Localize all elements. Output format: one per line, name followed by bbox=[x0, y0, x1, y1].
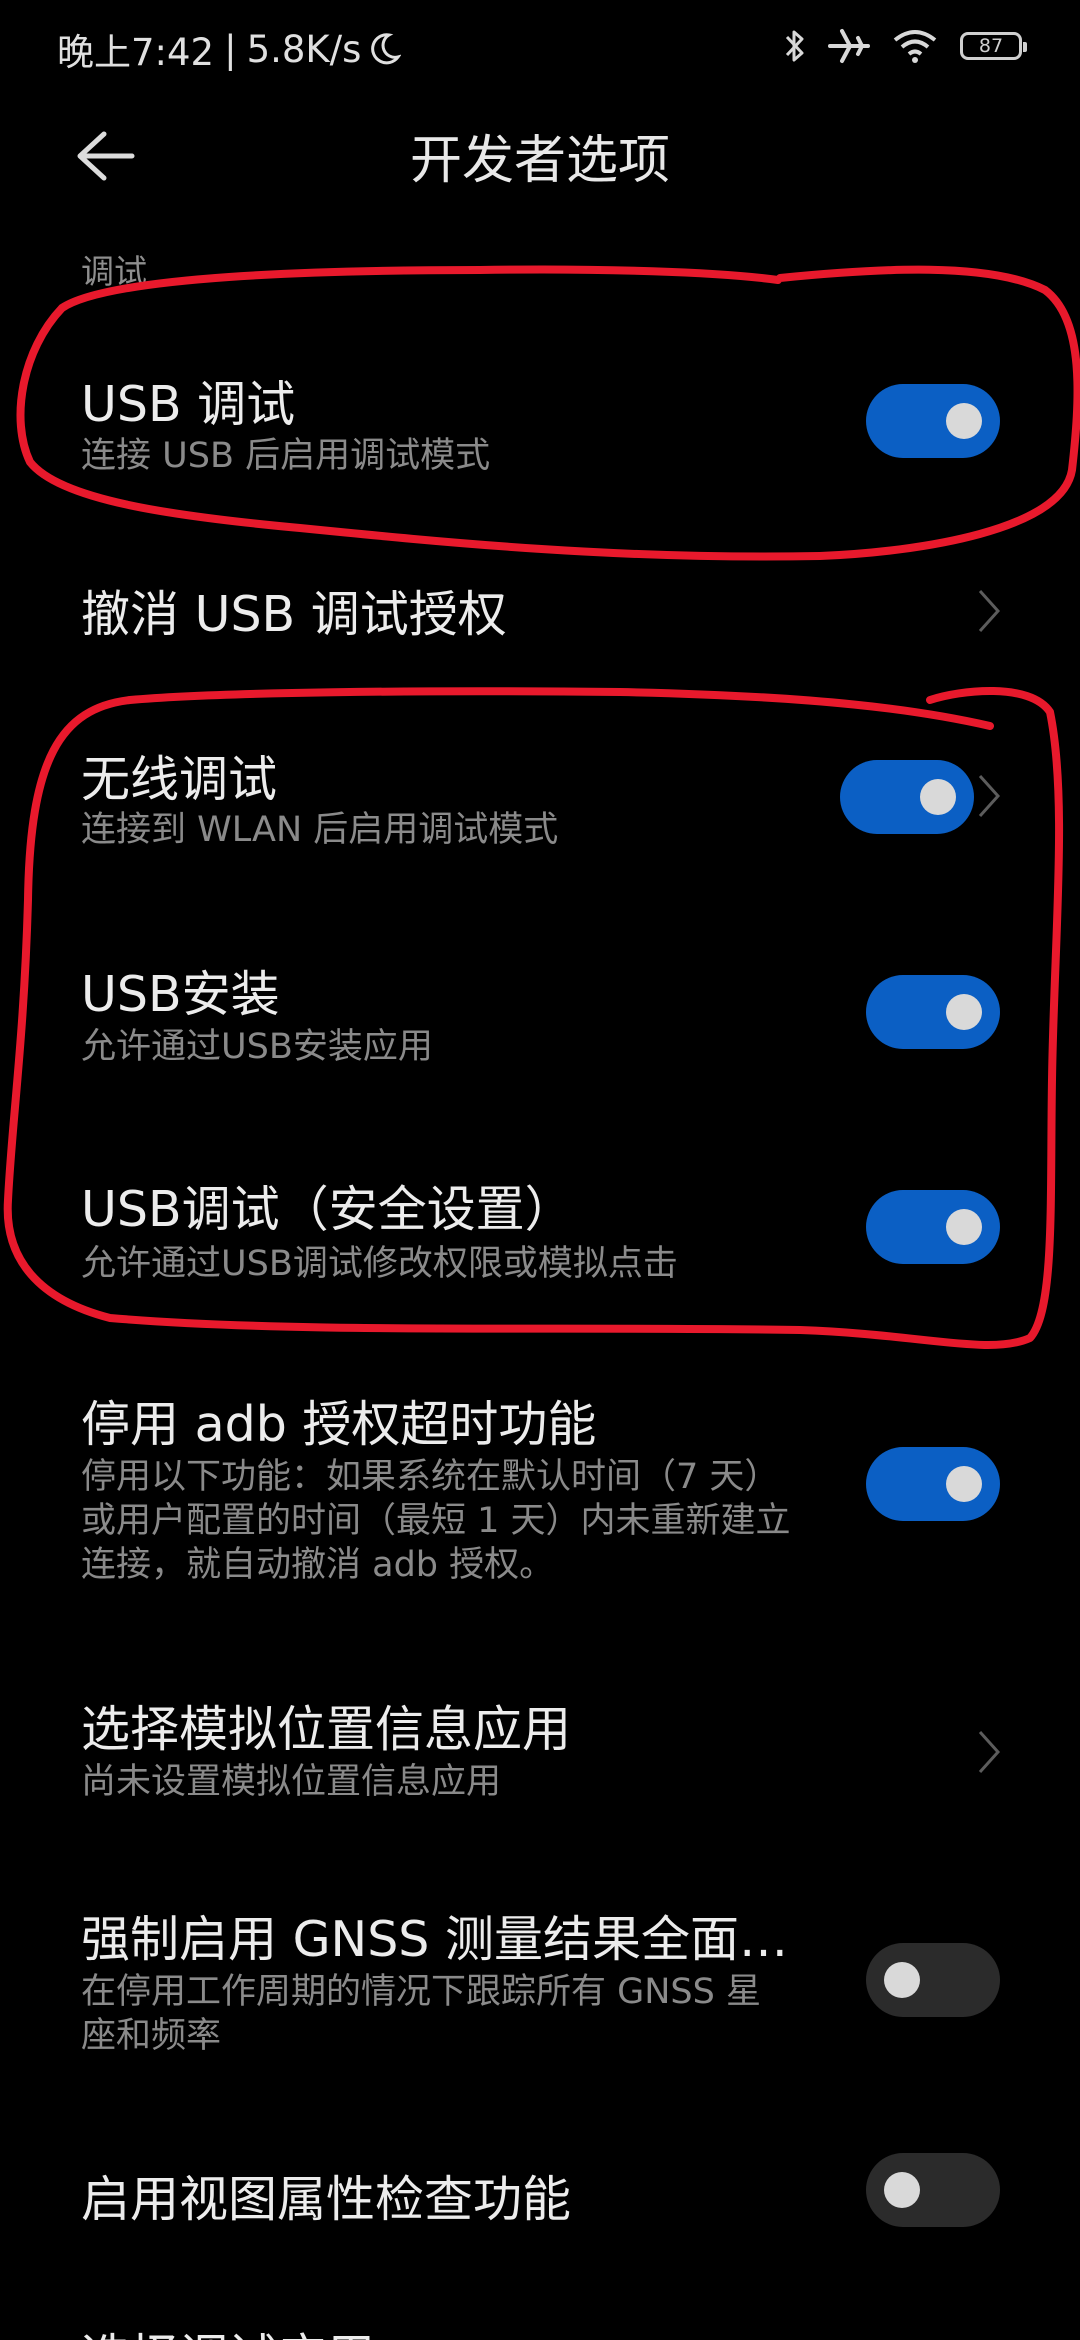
status-separator: | bbox=[224, 27, 237, 71]
app-header: 开发者选项 bbox=[0, 96, 1080, 216]
usb-install-toggle[interactable] bbox=[866, 975, 1000, 1049]
toggle-knob bbox=[920, 779, 956, 815]
setting-revoke-usb-auth[interactable]: 撤消 USB 调试授权 bbox=[0, 575, 1080, 645]
toggle-knob bbox=[946, 1466, 982, 1502]
setting-title: USB 调试 bbox=[81, 376, 296, 433]
status-left: 晚上7:42 | 5.8K/s bbox=[57, 22, 402, 76]
page-title: 开发者选项 bbox=[409, 131, 670, 191]
setting-usb-debugging[interactable]: USB 调试 连接 USB 后启用调试模式 bbox=[0, 360, 1080, 500]
battery-level: 87 bbox=[978, 35, 1004, 57]
usb-debugging-security-toggle[interactable] bbox=[866, 1190, 1000, 1264]
status-time: 晚上7:42 bbox=[57, 31, 215, 74]
wireless-debugging-toggle[interactable] bbox=[840, 760, 974, 834]
setting-usb-debugging-security[interactable]: USB调试（安全设置） 允许通过USB调试修改权限或模拟点击 bbox=[0, 1170, 1080, 1290]
setting-subtitle-line: 停用以下功能：如果系统在默认时间（7 天） bbox=[81, 1457, 780, 1497]
bluetooth-icon bbox=[784, 27, 806, 65]
setting-disable-adb-timeout[interactable]: 停用 adb 授权超时功能 停用以下功能：如果系统在默认时间（7 天） 或用户配… bbox=[0, 1385, 1080, 1585]
setting-subtitle: 允许通过USB安装应用 bbox=[81, 1027, 433, 1067]
toggle-knob bbox=[946, 403, 982, 439]
setting-title: 启用视图属性检查功能 bbox=[81, 2171, 572, 2228]
setting-title: 无线调试 bbox=[81, 751, 278, 808]
setting-view-attribute-inspection[interactable]: 启用视图属性检查功能 bbox=[0, 2153, 1080, 2240]
setting-subtitle-line: 座和频率 bbox=[81, 2016, 222, 2056]
setting-force-gnss-measurements[interactable]: 强制启用 GNSS 测量结果全面… 在停用工作周期的情况下跟踪所有 GNSS 星… bbox=[0, 1900, 1080, 2060]
setting-title: 选择模拟位置信息应用 bbox=[81, 1701, 572, 1758]
status-right: 87 bbox=[784, 22, 1027, 70]
setting-subtitle-line: 在停用工作周期的情况下跟踪所有 GNSS 星 bbox=[81, 1972, 761, 2012]
setting-wireless-debugging[interactable]: 无线调试 连接到 WLAN 后启用调试模式 bbox=[0, 740, 1080, 860]
toggle-knob bbox=[946, 994, 982, 1030]
setting-subtitle: 尚未设置模拟位置信息应用 bbox=[81, 1762, 502, 1802]
setting-subtitle: 连接到 WLAN 后启用调试模式 bbox=[81, 810, 559, 850]
setting-usb-install[interactable]: USB安装 允许通过USB安装应用 bbox=[0, 955, 1080, 1075]
setting-title: 停用 adb 授权超时功能 bbox=[81, 1396, 597, 1453]
disable-adb-timeout-toggle[interactable] bbox=[866, 1447, 1000, 1521]
setting-title: 强制启用 GNSS 测量结果全面… bbox=[81, 1911, 788, 1968]
chevron-right-icon bbox=[978, 774, 1001, 818]
setting-subtitle-line: 或用户配置的时间（最短 1 天）内未重新建立 bbox=[81, 1501, 791, 1541]
status-bar: 晚上7:42 | 5.8K/s 87 bbox=[0, 0, 1080, 96]
setting-title: 选择调试应用 bbox=[81, 2318, 375, 2340]
chevron-right-icon bbox=[978, 1730, 1001, 1774]
setting-select-debug-app[interactable]: 选择调试应用 bbox=[0, 2318, 1080, 2340]
toggle-knob bbox=[884, 1962, 920, 1998]
wifi-icon bbox=[892, 28, 938, 64]
network-speed: 5.8K/s bbox=[246, 27, 362, 71]
setting-title: 撤消 USB 调试授权 bbox=[81, 586, 507, 643]
setting-title: USB安装 bbox=[81, 966, 280, 1023]
setting-mock-location-app[interactable]: 选择模拟位置信息应用 尚未设置模拟位置信息应用 bbox=[0, 1690, 1080, 1810]
force-gnss-toggle[interactable] bbox=[866, 1943, 1000, 2017]
chevron-right-icon bbox=[978, 589, 1001, 633]
moon-icon bbox=[369, 32, 402, 66]
section-label-debug: 调试 bbox=[81, 252, 147, 291]
toggle-knob bbox=[884, 2172, 920, 2208]
toggle-knob bbox=[946, 1209, 982, 1245]
airplane-icon bbox=[828, 27, 870, 65]
setting-subtitle: 连接 USB 后启用调试模式 bbox=[81, 436, 491, 476]
usb-debugging-toggle[interactable] bbox=[866, 384, 1000, 458]
view-attribute-toggle[interactable] bbox=[866, 2153, 1000, 2227]
battery-icon: 87 bbox=[960, 32, 1027, 60]
setting-title: USB调试（安全设置） bbox=[81, 1181, 574, 1238]
setting-subtitle: 允许通过USB调试修改权限或模拟点击 bbox=[81, 1244, 678, 1284]
setting-subtitle-line: 连接，就自动撤消 adb 授权。 bbox=[81, 1545, 555, 1585]
